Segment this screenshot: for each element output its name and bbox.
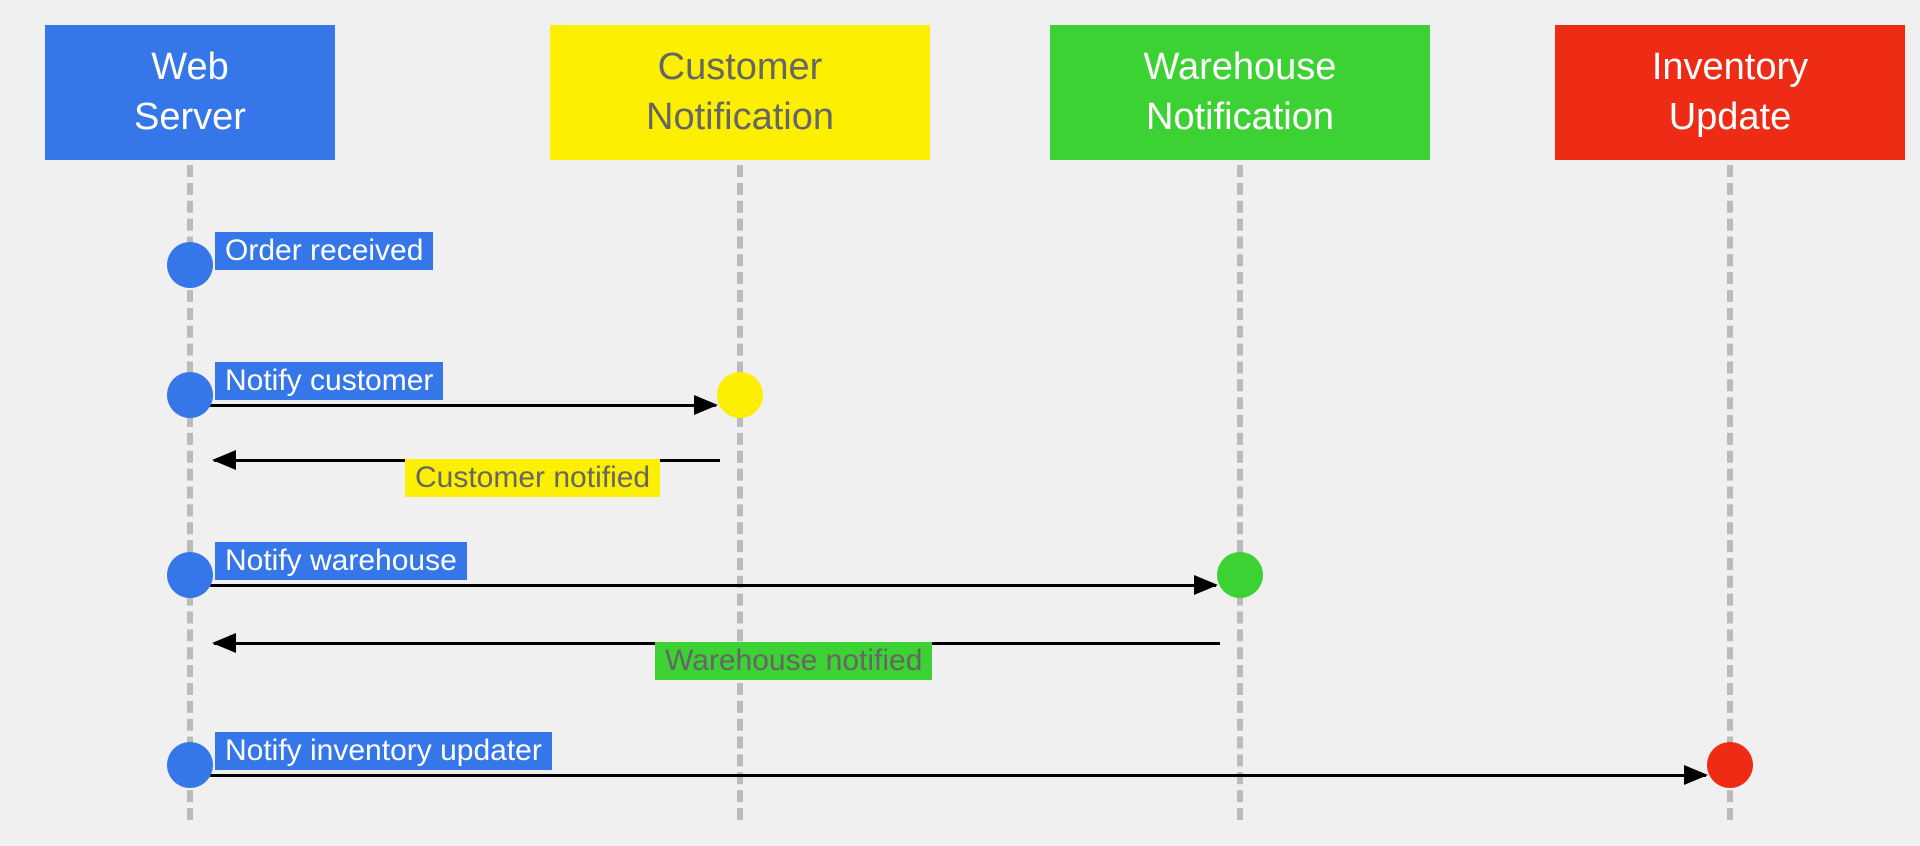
- event-circle-warehouse-hit: [1217, 552, 1263, 598]
- event-circle-inventory-hit: [1707, 742, 1753, 788]
- lifeline-inventory-update: [1727, 165, 1733, 820]
- arrow-head-msg-warehouse-notified: [212, 633, 236, 653]
- message-msg-notify-customer: [210, 404, 716, 407]
- arrow-head-msg-customer-notified: [212, 450, 236, 470]
- message-msg-notify-warehouse: [210, 584, 1216, 587]
- lane-header-web-server: WebServer: [45, 25, 335, 160]
- event-circle-notify-customer: [167, 372, 213, 418]
- arrow-head-msg-notify-inventory: [1684, 765, 1708, 785]
- message-label-msg-customer-notified: Customer notified: [405, 459, 660, 497]
- event-label-notify-inventory: Notify inventory updater: [215, 732, 552, 770]
- event-label-order-received: Order received: [215, 232, 433, 270]
- lifeline-customer-notification: [737, 165, 743, 820]
- arrow-head-msg-notify-customer: [694, 395, 718, 415]
- event-circle-order-received: [167, 242, 213, 288]
- event-label-notify-warehouse: Notify warehouse: [215, 542, 467, 580]
- lane-header-warehouse-notification: WarehouseNotification: [1050, 25, 1430, 160]
- event-label-notify-customer: Notify customer: [215, 362, 443, 400]
- arrow-head-msg-notify-warehouse: [1194, 575, 1218, 595]
- event-circle-customer-hit: [717, 372, 763, 418]
- message-msg-notify-inventory: [210, 774, 1706, 777]
- message-label-msg-warehouse-notified: Warehouse notified: [655, 642, 932, 680]
- lifeline-warehouse-notification: [1237, 165, 1243, 820]
- event-circle-notify-inventory: [167, 742, 213, 788]
- lane-header-inventory-update: InventoryUpdate: [1555, 25, 1905, 160]
- event-circle-notify-warehouse: [167, 552, 213, 598]
- lane-header-customer-notification: CustomerNotification: [550, 25, 930, 160]
